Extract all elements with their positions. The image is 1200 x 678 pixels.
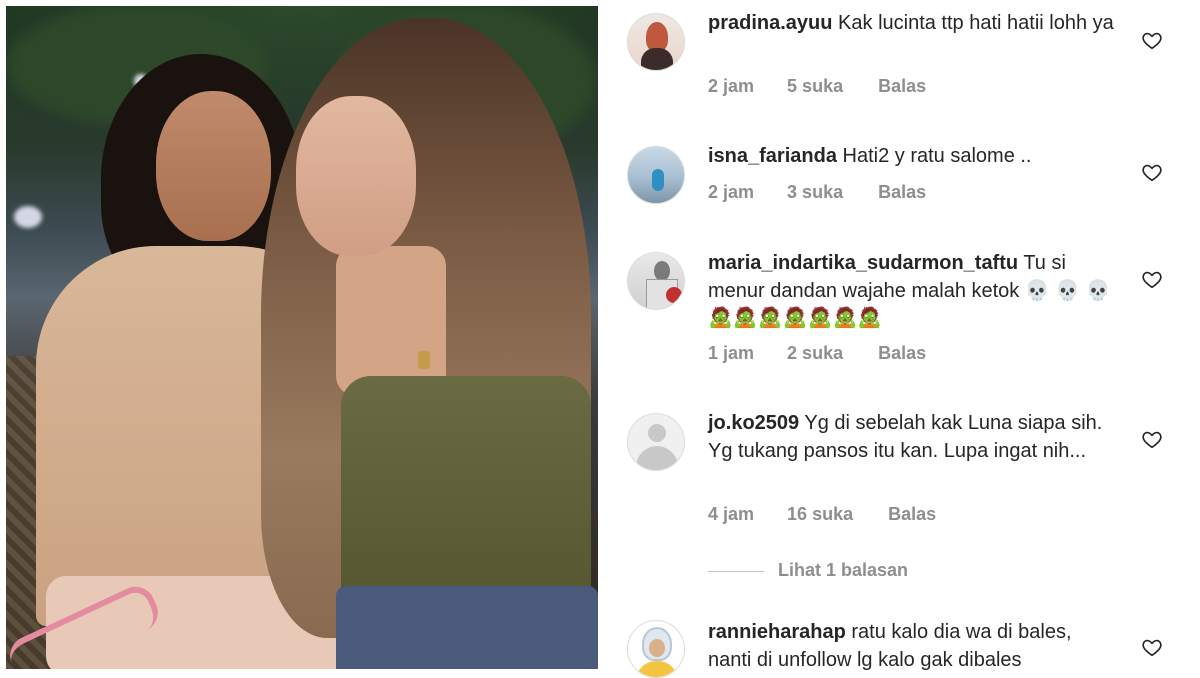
avatar[interactable]: [627, 146, 685, 204]
comment-likes[interactable]: 3 suka: [787, 182, 843, 203]
avatar[interactable]: [627, 13, 685, 71]
comment-username[interactable]: isna_farianda: [708, 145, 837, 167]
comment-body: isna_farianda Hati2 y ratu salome ..: [708, 143, 1118, 171]
comment-body: pradina.ayuu Kak lucinta ttp hati hatii …: [708, 10, 1118, 38]
person-right-face: [296, 96, 416, 256]
comment-likes[interactable]: 2 suka: [787, 343, 843, 364]
comment-body: maria_indartika_sudarmon_taftu Tu si men…: [708, 250, 1118, 333]
reply-button[interactable]: Balas: [888, 504, 936, 525]
person-right-top: [341, 376, 591, 616]
replies-divider: [708, 570, 764, 572]
bokeh-light: [14, 206, 42, 228]
comment-meta: 1 jam 2 suka Balas: [708, 343, 926, 364]
comment-username[interactable]: maria_indartika_sudarmon_taftu: [708, 252, 1018, 274]
user-placeholder-icon[interactable]: [627, 413, 685, 471]
avatar[interactable]: [627, 252, 685, 310]
comment-time[interactable]: 1 jam: [708, 343, 754, 364]
heart-outline-icon[interactable]: [1141, 636, 1163, 658]
comment-text: Hati2 y ratu salome ..: [842, 145, 1032, 167]
person-right-neck: [336, 246, 446, 396]
reply-button[interactable]: Balas: [878, 182, 926, 203]
comment-meta: 4 jam 16 suka Balas: [708, 504, 936, 525]
heart-outline-icon[interactable]: [1141, 428, 1163, 450]
person-left-face: [156, 91, 271, 241]
comment-likes[interactable]: 5 suka: [787, 76, 843, 97]
heart-outline-icon[interactable]: [1141, 29, 1163, 51]
reply-button[interactable]: Balas: [878, 76, 926, 97]
comment-time[interactable]: 2 jam: [708, 76, 754, 97]
comments-list: pradina.ayuu Kak lucinta ttp hati hatii …: [600, 0, 1200, 678]
comment-meta: 2 jam 3 suka Balas: [708, 182, 926, 203]
comment-likes[interactable]: 16 suka: [787, 504, 853, 525]
comment-meta: 2 jam 5 suka Balas: [708, 76, 926, 97]
view-replies-label: Lihat 1 balasan: [778, 560, 909, 580]
comment-time[interactable]: 2 jam: [708, 182, 754, 203]
comment-time[interactable]: 4 jam: [708, 504, 754, 525]
comment-body: rannieharahap ratu kalo dia wa di bales,…: [708, 619, 1118, 674]
heart-outline-icon[interactable]: [1141, 268, 1163, 290]
comment-text: Kak lucinta ttp hati hatii lohh ya: [838, 12, 1114, 34]
comment-username[interactable]: pradina.ayuu: [708, 12, 832, 34]
comment-body: jo.ko2509 Yg di sebelah kak Luna siapa s…: [708, 410, 1118, 465]
comment-username[interactable]: rannieharahap: [708, 621, 846, 643]
comment-username[interactable]: jo.ko2509: [708, 412, 799, 434]
heart-outline-icon[interactable]: [1141, 161, 1163, 183]
post-photo: [6, 6, 598, 669]
person-right-jeans: [336, 586, 598, 669]
reply-button[interactable]: Balas: [878, 343, 926, 364]
padlock-necklace: [418, 351, 430, 369]
avatar[interactable]: [627, 620, 685, 678]
view-replies-link[interactable]: Lihat 1 balasan: [708, 560, 908, 581]
